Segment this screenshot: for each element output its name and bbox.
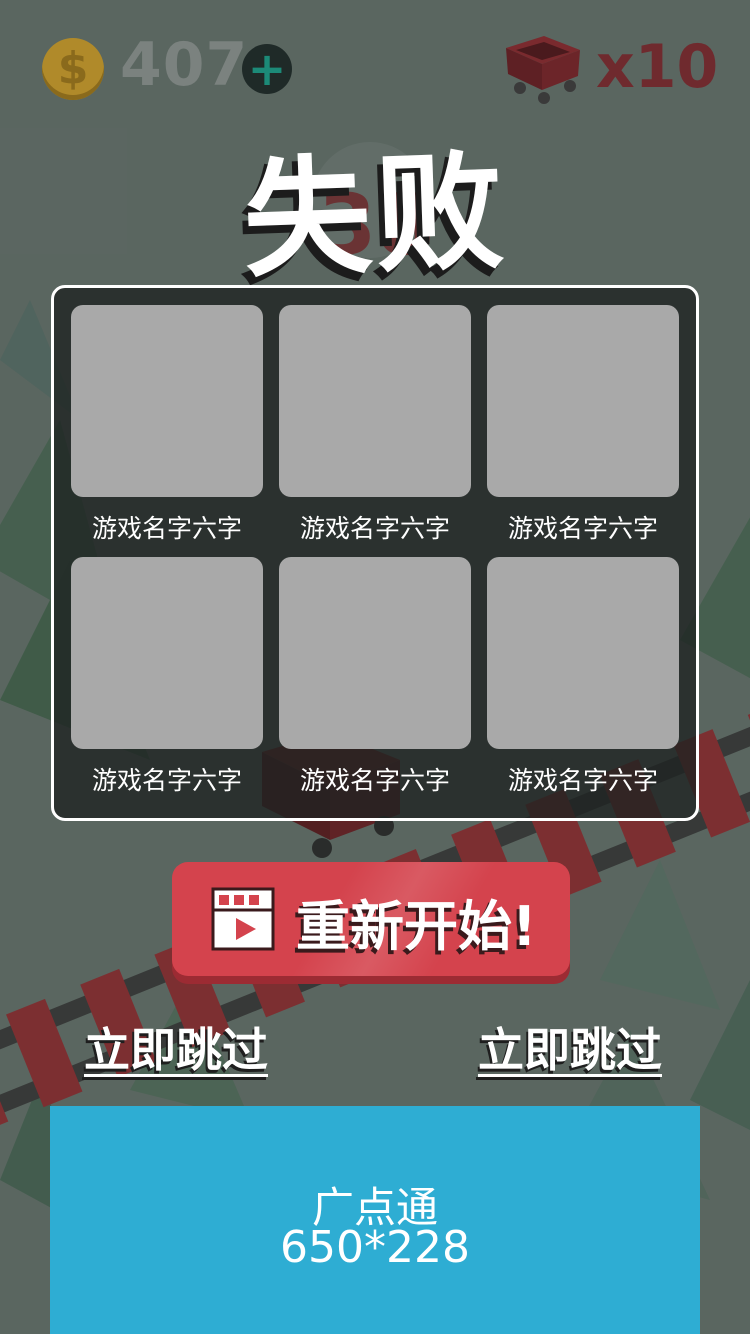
game-thumbnail[interactable] <box>279 557 471 749</box>
game-name: 游戏名字六字 <box>299 766 450 795</box>
game-thumbnail[interactable] <box>71 557 263 749</box>
skip-link-right[interactable]: 立即跳过 <box>478 1014 662 1080</box>
video-ad-icon <box>211 887 275 951</box>
game-name: 游戏名字六字 <box>507 766 658 795</box>
game-thumbnail[interactable] <box>279 305 471 497</box>
game-tile[interactable]: 游戏名字六字 <box>279 557 471 797</box>
game-tile[interactable]: 游戏名字六字 <box>487 305 679 545</box>
cart-count: x10 <box>596 32 719 102</box>
game-name: 游戏名字六字 <box>91 514 242 543</box>
ad-banner[interactable]: 广点通 650*228 <box>50 1106 700 1334</box>
mine-cart-icon <box>506 36 580 104</box>
add-coins-button[interactable]: + <box>242 44 292 94</box>
game-name: 游戏名字六字 <box>299 514 450 543</box>
coin-count: 407 <box>120 30 249 100</box>
game-thumbnail[interactable] <box>487 305 679 497</box>
skip-link-left[interactable]: 立即跳过 <box>84 1014 268 1080</box>
game-thumbnail[interactable] <box>487 557 679 749</box>
game-tile[interactable]: 游戏名字六字 <box>71 557 263 797</box>
game-name: 游戏名字六字 <box>507 514 658 543</box>
game-tile[interactable]: 游戏名字六字 <box>487 557 679 797</box>
game-thumbnail[interactable] <box>71 305 263 497</box>
ad-size-text: 650*228 <box>280 1222 470 1273</box>
restart-button[interactable]: 重新开始! <box>172 862 570 976</box>
game-tile[interactable]: 游戏名字六字 <box>71 305 263 545</box>
fail-title: 失败 <box>240 137 510 296</box>
restart-label: 重新开始! <box>296 895 537 958</box>
coin-icon: $ <box>42 38 104 100</box>
game-name: 游戏名字六字 <box>91 766 242 795</box>
game-tile[interactable]: 游戏名字六字 <box>279 305 471 545</box>
recommended-games-panel: 游戏名字六字 游戏名字六字 游戏名字六字 游戏名字六字 游戏名字六字 游戏名字六… <box>51 285 699 821</box>
